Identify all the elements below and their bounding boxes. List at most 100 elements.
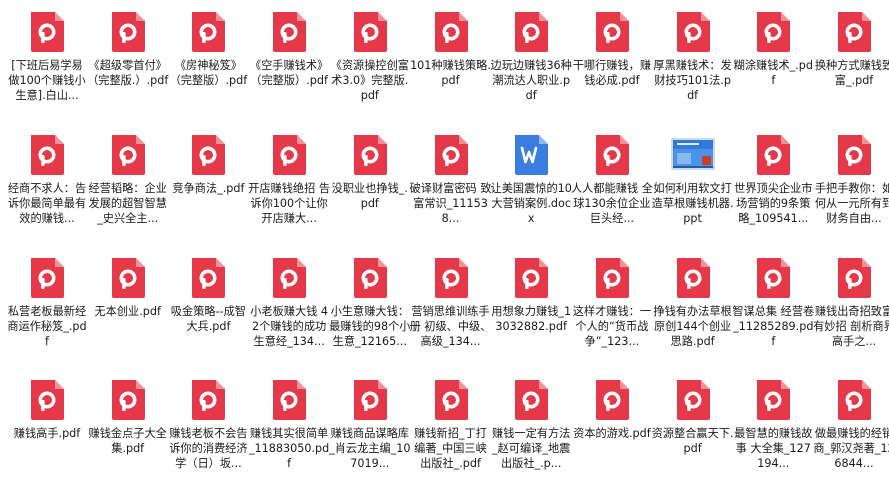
file-item[interactable]: 边玩边赚钱36种潮流达人职业.pdf: [490, 10, 572, 103]
file-name: 经营韬略：企业发展的超智智慧_史兴全主...: [88, 182, 167, 225]
file-name: 世界顶尖企业市场营销的9条策略_109541...: [734, 182, 813, 225]
pdf-icon: [270, 133, 308, 177]
pdf-icon: [189, 133, 227, 177]
pdf-icon: [512, 10, 550, 54]
pdf-icon: [432, 256, 470, 300]
pdf-icon: [109, 10, 147, 54]
file-item[interactable]: 赚钱出奇招致富有妙招 剖析商界高手之...: [813, 256, 889, 349]
file-item[interactable]: 小生意赚大钱：最赚钱的98个小生意_12165...: [329, 256, 411, 349]
pdf-icon: [109, 256, 147, 300]
file-name: 资源整合赢天下.pdf: [651, 427, 734, 455]
file-name: 营销思维训练手册 初级、中级、高级_134...: [409, 305, 492, 348]
file-name: 赚钱一定有方法_赵可编译_地震出版社_.p...: [492, 427, 571, 470]
file-item[interactable]: 竞争商法_.pdf: [167, 133, 249, 196]
file-item[interactable]: 糊涂赚钱术_.pdf: [732, 10, 814, 88]
file-item[interactable]: 《空手赚钱术》（完整版）.pdf: [248, 10, 330, 88]
file-item[interactable]: 《资源操控创富术3.0》完整版.pdf: [329, 10, 411, 103]
file-item[interactable]: 经商不求人：告诉你最简单最有效的赚钱...: [6, 133, 88, 226]
file-name: 让美国震惊的10大营销案例.docx: [490, 182, 572, 225]
file-item[interactable]: 手把手教你：如何从一元所有到财务自由...: [813, 133, 889, 226]
pdf-icon: [28, 10, 66, 54]
file-item[interactable]: 做最赚钱的经销商_郭汉尧著_126844...: [813, 378, 889, 471]
file-name: 小老板赚大钱 42个赚钱的成功生意经_134...: [250, 305, 328, 348]
file-name: 资本的游戏.pdf: [573, 427, 651, 440]
file-name: 边玩边赚钱36种潮流达人职业.pdf: [490, 59, 572, 102]
pdf-icon: [109, 378, 147, 422]
file-item[interactable]: 这样才赚钱：一个人的“货币战争”_123...: [571, 256, 653, 349]
file-item[interactable]: 厚黑赚钱术：发财技巧101法.pdf: [652, 10, 734, 103]
file-name: 这样才赚钱：一个人的“货币战争”_123...: [572, 305, 652, 348]
pdf-icon: [754, 133, 792, 177]
file-item[interactable]: 开店赚钱绝招 告诉你100个让你开店赚大...: [248, 133, 330, 226]
file-item[interactable]: 如何利用软文打造草根赚钱机器.ppt: [652, 133, 734, 226]
file-item[interactable]: 换种方式赚钱致富_.pdf: [813, 10, 889, 88]
file-item[interactable]: 世界顶尖企业市场营销的9条策略_109541...: [732, 133, 814, 226]
file-item[interactable]: 没职业也挣钱_.pdf: [329, 133, 411, 211]
pdf-icon: [835, 378, 873, 422]
pdf-icon: [754, 378, 792, 422]
ppt-icon: [671, 133, 715, 177]
file-name: 《超级零首付》（完整版.）.pdf: [87, 59, 169, 87]
file-item[interactable]: 赚钱一定有方法_赵可编译_地震出版社_.p...: [490, 378, 572, 471]
file-item[interactable]: 无本创业.pdf: [87, 256, 169, 319]
file-item[interactable]: 挣钱有办法草根原创144个创业思路.pdf: [652, 256, 734, 349]
file-item[interactable]: 小老板赚大钱 42个赚钱的成功生意经_134...: [248, 256, 330, 349]
file-item[interactable]: 干哪行赚钱，赚钱必成.pdf: [571, 10, 653, 88]
file-item[interactable]: 《超级零首付》（完整版.）.pdf: [87, 10, 169, 88]
file-item[interactable]: 让美国震惊的10大营销案例.docx: [490, 133, 572, 226]
pdf-icon: [28, 378, 66, 422]
file-name: 赚钱其实很简单_11883050.pdf: [248, 427, 330, 470]
file-item[interactable]: 资本的游戏.pdf: [571, 378, 653, 441]
file-item[interactable]: 吸金策略--成智大兵.pdf: [167, 256, 249, 334]
file-name: 《空手赚钱术》（完整版）.pdf: [249, 59, 329, 87]
pdf-icon: [754, 256, 792, 300]
pdf-icon: [28, 133, 66, 177]
file-name: 如何利用软文打造草根赚钱机器.ppt: [651, 182, 734, 225]
file-name: 赚钱出奇招致富有妙招 剖析商界高手之...: [813, 305, 889, 348]
file-item[interactable]: 赚钱老板不会告诉你的消费经济学（日）坂...: [167, 378, 249, 471]
file-item[interactable]: 《房神秘笈》（完整版）.pdf: [167, 10, 249, 88]
pdf-icon: [674, 378, 712, 422]
pdf-icon: [109, 133, 147, 177]
file-item[interactable]: 赚钱金点子大全集.pdf: [87, 378, 169, 456]
file-item[interactable]: 赚钱新招_丁打编著_中国三峡出版社_.pdf: [410, 378, 492, 471]
pdf-icon: [593, 10, 631, 54]
file-item[interactable]: 用想象力赚钱_13032882.pdf: [490, 256, 572, 334]
file-item[interactable]: 101种赚钱策略.pdf: [410, 10, 492, 88]
file-name: 做最赚钱的经销商_郭汉尧著_126844...: [813, 427, 889, 470]
file-name: 私营老板最新经商运作秘笈_.pdf: [7, 305, 87, 348]
file-name: 101种赚钱策略.pdf: [410, 59, 491, 87]
file-item[interactable]: 破译财富密码 致富常识_111538...: [410, 133, 492, 226]
file-item[interactable]: 智谋总集 经营卷_11285289.pdf: [732, 256, 814, 349]
file-item[interactable]: 私营老板最新经商运作秘笈_.pdf: [6, 256, 88, 349]
file-grid: [下班后易学易做100个赚钱小生意].白山... 《超级零首付》（完整版.）.p…: [0, 0, 889, 500]
file-item[interactable]: 赚钱其实很简单_11883050.pdf: [248, 378, 330, 471]
file-name: 智谋总集 经营卷_11285289.pdf: [732, 305, 815, 348]
pdf-icon: [512, 378, 550, 422]
file-name: 没职业也挣钱_.pdf: [331, 182, 408, 210]
file-name: 用想象力赚钱_13032882.pdf: [491, 305, 572, 333]
file-name: 糊涂赚钱术_.pdf: [733, 59, 813, 87]
pdf-icon: [189, 256, 227, 300]
pdf-icon: [28, 256, 66, 300]
file-item[interactable]: 人人都能赚钱 全球130余位企业巨头经...: [571, 133, 653, 226]
file-name: 赚钱高手.pdf: [13, 427, 81, 440]
pdf-icon: [674, 256, 712, 300]
file-name: 无本创业.pdf: [94, 305, 161, 318]
file-item[interactable]: 最智慧的赚钱故事 大全集_127194...: [732, 378, 814, 471]
file-name: 《房神秘笈》（完整版）.pdf: [169, 59, 248, 87]
file-item[interactable]: 营销思维训练手册 初级、中级、高级_134...: [410, 256, 492, 349]
pdf-icon: [593, 133, 631, 177]
file-name: 厚黑赚钱术：发财技巧101法.pdf: [653, 59, 732, 102]
file-item[interactable]: 经营韬略：企业发展的超智智慧_史兴全主...: [87, 133, 169, 226]
file-name: 换种方式赚钱致富_.pdf: [814, 59, 889, 87]
pdf-icon: [189, 10, 227, 54]
pdf-icon: [432, 378, 470, 422]
file-item[interactable]: 资源整合赢天下.pdf: [652, 378, 734, 456]
file-item[interactable]: 赚钱高手.pdf: [6, 378, 88, 441]
file-item[interactable]: 赚钱商品谋略库_肖云龙主编_107019...: [329, 378, 411, 471]
pdf-icon: [432, 133, 470, 177]
pdf-icon: [432, 10, 470, 54]
file-item[interactable]: [下班后易学易做100个赚钱小生意].白山...: [6, 10, 88, 103]
file-name: 赚钱老板不会告诉你的消费经济学（日）坂...: [169, 427, 248, 470]
